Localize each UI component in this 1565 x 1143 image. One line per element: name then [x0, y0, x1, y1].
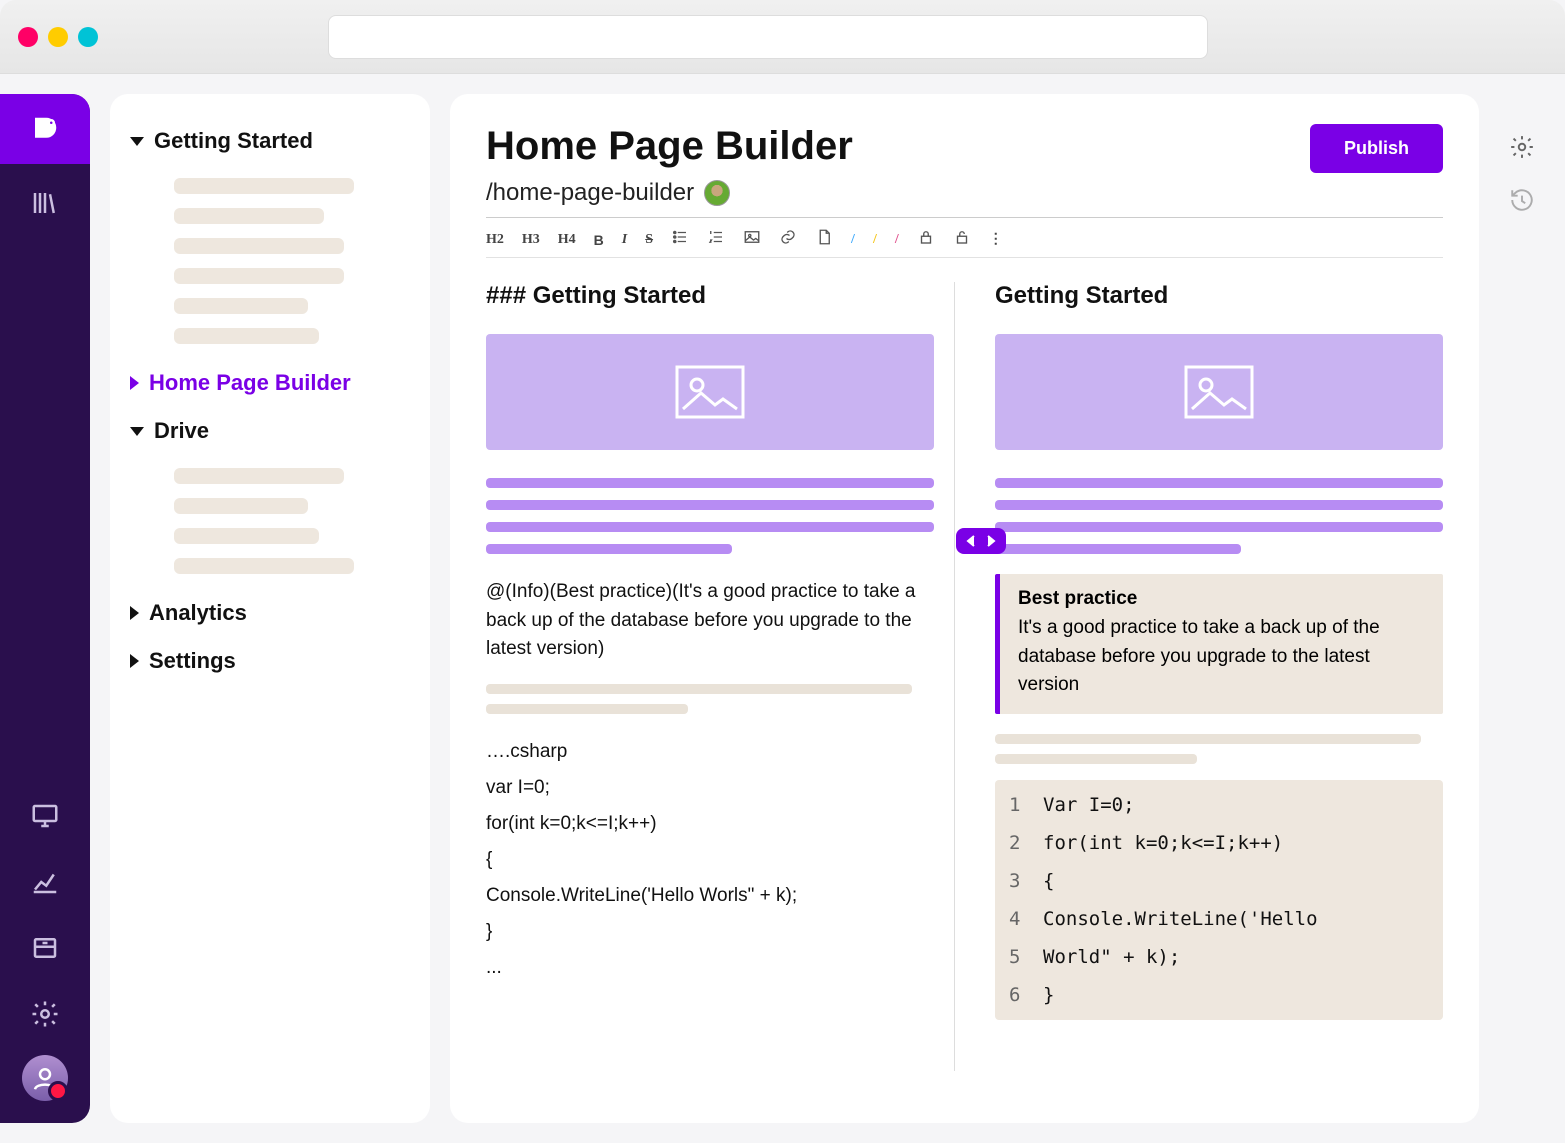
books-icon: [30, 188, 60, 218]
drag-handle-icon: [966, 534, 996, 548]
close-window-icon[interactable]: [18, 27, 38, 47]
address-bar[interactable]: [328, 15, 1208, 59]
nav-label: Home Page Builder: [149, 370, 351, 396]
info-block-raw[interactable]: @(Info)(Best practice)(It's a good pract…: [486, 578, 934, 664]
more-button[interactable]: ⋮: [989, 231, 1005, 248]
nav-label: Getting Started: [154, 128, 313, 154]
highlight-red-button[interactable]: /: [895, 232, 899, 248]
link-button[interactable]: [779, 228, 797, 251]
format-toolbar: H2 H3 H4 B I S / / / ⋮: [486, 218, 1443, 258]
app-logo[interactable]: [0, 94, 90, 164]
bullet-list-button[interactable]: [671, 228, 689, 251]
image-icon: [1184, 365, 1254, 419]
page-title: Home Page Builder: [486, 124, 853, 169]
raw-heading: ### Getting Started: [486, 282, 934, 310]
highlight-blue-button[interactable]: /: [851, 232, 855, 248]
bullet-list-icon: [671, 228, 689, 246]
nav-sidebar: Getting Started Home Page Builder Drive …: [110, 94, 430, 1123]
avatar-icon: [30, 1063, 60, 1093]
settings-button[interactable]: [1509, 134, 1535, 165]
gear-icon: [1509, 134, 1535, 160]
ordered-list-icon: [707, 228, 725, 246]
preview-pane: Getting Started Best practice It's a goo…: [954, 282, 1443, 1071]
h2-button[interactable]: H2: [486, 232, 504, 248]
image-icon: [675, 365, 745, 419]
h3-button[interactable]: H3: [522, 232, 540, 248]
file-button[interactable]: [815, 228, 833, 251]
history-button[interactable]: [1509, 187, 1535, 218]
nav-label: Analytics: [149, 600, 247, 626]
bold-button[interactable]: B: [594, 232, 604, 248]
text-placeholder: [995, 478, 1443, 554]
chart-icon: [30, 867, 60, 897]
maximize-window-icon[interactable]: [78, 27, 98, 47]
markdown-pane[interactable]: ### Getting Started @(Info)(Best practic…: [486, 282, 934, 1071]
logo-icon: [30, 114, 60, 144]
chevron-down-icon: [130, 137, 144, 146]
unlock-button[interactable]: [953, 228, 971, 251]
monitor-icon: [30, 801, 60, 831]
code-block-raw[interactable]: ….csharp var I=0; for(int k=0;k<=I;k++) …: [486, 734, 934, 987]
editor-main: Home Page Builder /home-page-builder Pub…: [450, 94, 1479, 1123]
user-avatar[interactable]: [22, 1055, 68, 1101]
chevron-right-icon: [130, 654, 139, 668]
browser-chrome: [0, 0, 1565, 74]
callout-body: It's a good practice to take a back up o…: [1018, 614, 1425, 700]
text-placeholder: [995, 734, 1443, 764]
link-icon: [779, 228, 797, 246]
code-block-preview: 1Var I=0; 2for(int k=0;k<=I;k++) 3{ 4 Co…: [995, 780, 1443, 1020]
chevron-right-icon: [130, 376, 139, 390]
rail-library[interactable]: [18, 176, 72, 230]
chevron-right-icon: [130, 606, 139, 620]
utility-rail: [1499, 94, 1545, 1123]
text-placeholder: [486, 478, 934, 554]
minimize-window-icon[interactable]: [48, 27, 68, 47]
nav-analytics[interactable]: Analytics: [128, 594, 412, 632]
text-placeholder: [486, 684, 934, 714]
nav-label: Drive: [154, 418, 209, 444]
file-icon: [815, 228, 833, 246]
preview-heading: Getting Started: [995, 282, 1443, 310]
rail-archive[interactable]: [18, 921, 72, 975]
publish-button[interactable]: Publish: [1310, 124, 1443, 173]
callout-title: Best practice: [1018, 588, 1425, 610]
nav-label: Settings: [149, 648, 236, 674]
image-button[interactable]: [743, 228, 761, 251]
image-placeholder: [995, 334, 1443, 450]
ordered-list-button[interactable]: [707, 228, 725, 251]
page-slug[interactable]: /home-page-builder: [486, 179, 694, 207]
strike-button[interactable]: S: [645, 232, 653, 248]
chevron-down-icon: [130, 427, 144, 436]
rail-desktop[interactable]: [18, 789, 72, 843]
italic-button[interactable]: I: [622, 232, 627, 248]
h4-button[interactable]: H4: [558, 232, 576, 248]
rail-settings[interactable]: [18, 987, 72, 1041]
unlock-icon: [953, 228, 971, 246]
nav-children-placeholder: [174, 468, 412, 574]
info-callout: Best practice It's a good practice to ta…: [995, 574, 1443, 714]
history-icon: [1509, 187, 1535, 213]
image-icon: [743, 228, 761, 246]
nav-drive[interactable]: Drive: [128, 412, 412, 450]
contributor-avatar[interactable]: [704, 180, 730, 206]
nav-getting-started[interactable]: Getting Started: [128, 122, 412, 160]
nav-children-placeholder: [174, 178, 412, 344]
highlight-yellow-button[interactable]: /: [873, 232, 877, 248]
image-placeholder[interactable]: [486, 334, 934, 450]
lock-icon: [917, 228, 935, 246]
nav-home-page-builder[interactable]: Home Page Builder: [128, 364, 412, 402]
archive-icon: [30, 933, 60, 963]
nav-settings[interactable]: Settings: [128, 642, 412, 680]
split-handle[interactable]: [956, 528, 1006, 554]
lock-button[interactable]: [917, 228, 935, 251]
app-rail: [0, 94, 90, 1123]
rail-analytics[interactable]: [18, 855, 72, 909]
gear-icon: [30, 999, 60, 1029]
